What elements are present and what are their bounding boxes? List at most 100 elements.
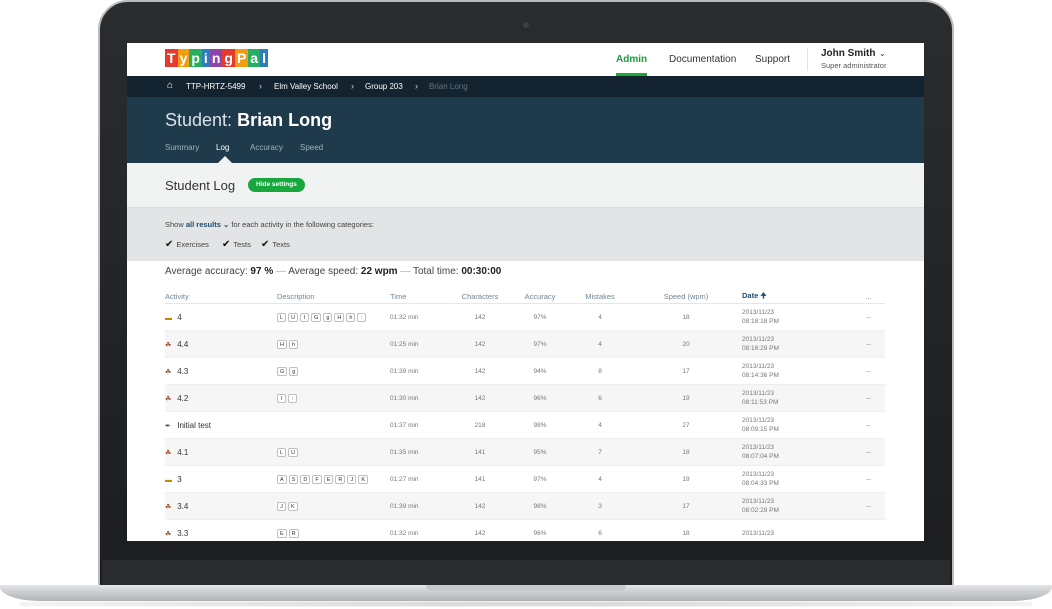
checkmark-icon: ✔ (261, 239, 270, 250)
tab-log[interactable]: Log (216, 143, 229, 152)
table-row[interactable]: ▬ 3 A S D F E R J K 01:27 min 141 97% 4 19 2013/11/23 0… (165, 465, 885, 493)
clock-value: 08:02:29 PM (742, 507, 779, 514)
accuracy-cell: 97% (510, 303, 570, 331)
more-cell[interactable]: -- (852, 465, 885, 493)
description-cell: LU (277, 438, 390, 466)
speed-cell: 18 (630, 438, 742, 466)
speed-label: Average speed: (288, 266, 359, 277)
key-chip: E (323, 474, 334, 484)
time-value: 00:30:00 (461, 266, 502, 277)
col-activity[interactable]: Activity (165, 290, 277, 304)
date-cell: 2013/11/23 08:18:18 PM (742, 303, 852, 331)
time-cell: 01:37 min (390, 411, 450, 439)
checkbox-tests[interactable]: ✔ Tests (222, 239, 251, 250)
col-mistakes[interactable]: Mistakes (570, 290, 630, 304)
breadcrumb: ⌂ TTP-HRTZ-5499 › Elm Valley School › Gr… (127, 76, 924, 97)
more-cell[interactable]: -- (852, 438, 885, 466)
breadcrumb-group[interactable]: Group 203 (365, 82, 403, 91)
checkbox-texts[interactable]: ✔ Texts (261, 239, 290, 250)
speed-cell: 17 (630, 492, 742, 520)
more-cell[interactable]: -- (852, 357, 885, 385)
col-characters[interactable]: Characters (450, 290, 510, 304)
more-cell[interactable]: -- (852, 492, 885, 520)
figure-icon: ☘ (165, 368, 172, 376)
table-row[interactable]: ☘ 3.4 J K 01:39 min 142 98% 3 17 2013/11/23 08:02… (165, 492, 885, 520)
col-date[interactable]: Date 🠉 (742, 290, 852, 304)
checkbox-label: Texts (272, 240, 290, 249)
key-chip: J (347, 474, 357, 484)
chevron-down-icon[interactable]: ⌄ (221, 220, 231, 229)
breadcrumb-student: Brian Long (429, 82, 468, 91)
mistakes-cell: 3 (570, 492, 630, 520)
col-more[interactable]: ... (852, 290, 885, 304)
figure-icon: ☘ (165, 503, 172, 511)
active-tab-caret (218, 156, 232, 163)
characters-cell: 141 (450, 438, 510, 466)
date-value: 2013/11/23 (742, 363, 775, 370)
table-row[interactable]: ☘ 4.3 Gg 01:39 min 142 94% 8 17 2013/11/23 08:14… (165, 357, 885, 385)
description-cell: LUIGgHh: (277, 303, 390, 331)
table-row[interactable]: ✒ Initial test 01:37 min 218 98% 4 27 2013/11/… (165, 411, 885, 439)
col-description[interactable]: Description (277, 290, 390, 304)
speed-cell: 18 (630, 519, 742, 541)
speed-cell: 17 (630, 357, 742, 385)
more-cell[interactable] (852, 519, 885, 541)
accuracy-value: 97 % (250, 266, 274, 277)
tab-speed[interactable]: Speed (300, 143, 323, 152)
hide-settings-button[interactable]: Hide settings (248, 178, 305, 192)
more-cell[interactable]: -- (852, 330, 885, 358)
student-name: Brian Long (237, 110, 333, 130)
clock-value: 08:07:04 PM (742, 453, 779, 460)
col-accuracy[interactable]: Accuracy (510, 290, 570, 304)
table-row[interactable]: ☘ 4.2 I:01:30 min 142 96% 6 19 2013/11/23 08:11… (165, 384, 885, 412)
accuracy-cell: 98% (510, 411, 570, 439)
more-cell[interactable]: -- (852, 411, 885, 439)
key-chip: A (277, 474, 287, 484)
home-icon[interactable]: ⌂ (167, 80, 173, 91)
date-value: 2013/11/23 (742, 390, 775, 397)
key-chip: U (288, 447, 299, 457)
key-chip: I (300, 312, 310, 322)
checkmark-icon: ✔ (165, 239, 174, 250)
key-chip: D (300, 474, 311, 484)
tab-accuracy[interactable]: Accuracy (250, 143, 283, 152)
nav-documentation[interactable]: Documentation (669, 43, 736, 76)
laptop-chin (102, 560, 950, 586)
activity-label: Initial test (177, 420, 212, 430)
figure-icon: ☘ (165, 395, 172, 403)
nav-divider (807, 48, 808, 71)
date-cell: 2013/11/23 08:04:33 PM (742, 465, 852, 493)
table-row[interactable]: ▬ 4 L U I Gg Hh:01:32 min 142 97% 4 18 2013/11/23 0… (165, 303, 885, 331)
characters-cell: 142 (450, 492, 510, 520)
time-cell: 01:30 min (390, 384, 450, 412)
col-speed[interactable]: Speed (wpm) (630, 290, 742, 304)
table-row[interactable]: ☘ 3.3 E R 01:32 min 142 96% 6 18 2013/11/23 (165, 519, 885, 541)
breadcrumb-account[interactable]: TTP-HRTZ-5499 (186, 82, 245, 91)
key-chip: h (288, 339, 299, 349)
mistakes-cell: 4 (570, 411, 630, 439)
table-row[interactable]: ☘ 4.4 Hh 01:25 min 142 97% 4 20 2013/11/23 08:16… (165, 330, 885, 358)
chevron-down-icon[interactable]: ⌄ (879, 49, 886, 58)
typingpal-logo[interactable]: TypingPal (165, 49, 268, 69)
more-cell[interactable]: -- (852, 384, 885, 412)
nav-support[interactable]: Support (755, 43, 790, 76)
key-chip: K (288, 501, 298, 511)
user-name[interactable]: John Smith (821, 48, 875, 59)
more-cell[interactable]: -- (852, 303, 885, 331)
time-cell: 01:27 min (390, 465, 450, 493)
breadcrumb-school[interactable]: Elm Valley School (274, 82, 338, 91)
checkbox-exercises[interactable]: ✔ Exercises (165, 239, 209, 250)
nav-admin[interactable]: Admin (616, 43, 648, 76)
key-chip: S (288, 474, 299, 484)
clock-value: 08:09:15 PM (742, 426, 779, 433)
time-cell: 01:39 min (390, 492, 450, 520)
characters-cell: 142 (450, 330, 510, 358)
key-chip: E (277, 528, 287, 538)
results-mode-dropdown[interactable]: all results (186, 220, 221, 229)
time-cell: 01:25 min (390, 330, 450, 358)
date-value: 2013/11/23 (742, 529, 775, 537)
table-row[interactable]: ☘ 4.1 L U 01:35 min 141 95% 7 18 2013/11/23 08:07… (165, 438, 885, 466)
description-cell: I: (277, 384, 390, 412)
tab-summary[interactable]: Summary (165, 143, 199, 152)
col-time[interactable]: Time (390, 290, 450, 304)
